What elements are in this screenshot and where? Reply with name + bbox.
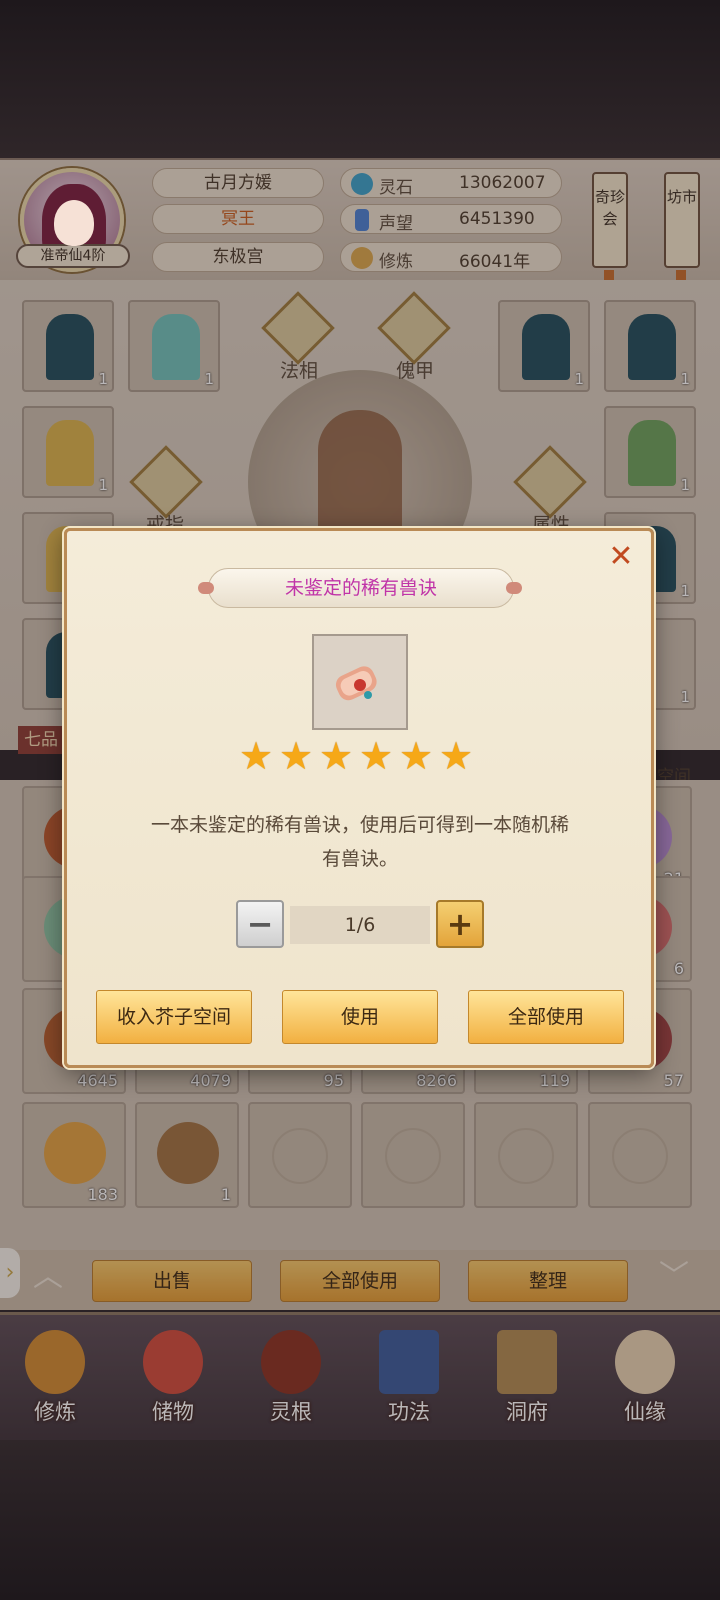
- close-icon[interactable]: ✕: [604, 540, 638, 574]
- rarity-stars: ★ ★ ★ ★ ★ ★: [238, 734, 482, 782]
- item-description: 一本未鉴定的稀有兽诀，使用后可得到一本随机稀 有兽诀。: [100, 808, 620, 876]
- quantity-decrease-button[interactable]: −: [236, 900, 284, 948]
- item-detail-dialog: [64, 528, 654, 1068]
- avatar-face: [54, 200, 94, 246]
- star-icon: ★: [278, 734, 314, 778]
- description-line: 一本未鉴定的稀有兽诀，使用后可得到一本随机稀: [150, 814, 569, 836]
- store-to-space-button[interactable]: 收入芥子空间: [96, 990, 252, 1044]
- quantity-increase-button[interactable]: +: [436, 900, 484, 948]
- use-all-button[interactable]: 全部使用: [468, 990, 624, 1044]
- quantity-field[interactable]: 1/6: [290, 906, 430, 944]
- star-icon: ★: [318, 734, 354, 778]
- top-background: [0, 0, 720, 158]
- star-icon: ★: [438, 734, 474, 778]
- star-icon: ★: [398, 734, 434, 778]
- beast-scroll-icon: [335, 666, 377, 701]
- description-line: 有兽诀。: [321, 848, 398, 870]
- star-icon: ★: [358, 734, 394, 778]
- bottom-background: [0, 1440, 720, 1600]
- use-button[interactable]: 使用: [282, 990, 438, 1044]
- dialog-title: 未鉴定的稀有兽诀: [284, 577, 437, 599]
- star-icon: ★: [238, 734, 274, 778]
